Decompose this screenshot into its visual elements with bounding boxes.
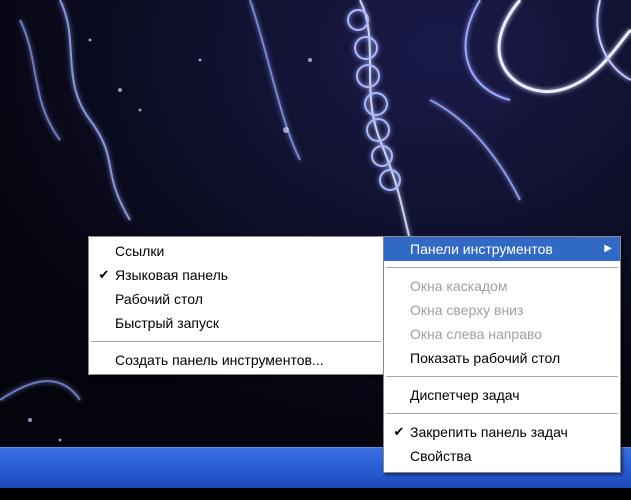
tile-vertical-item[interactable]: Окна слева направо — [384, 322, 620, 346]
create-toolbar-label: Создать панель инструментов... — [115, 352, 324, 368]
lock-taskbar-label: Закрепить панель задач — [410, 424, 568, 440]
submenu-item-label: Рабочий стол — [115, 291, 203, 307]
tile-horizontal-label: Окна сверху вниз — [410, 302, 524, 318]
submenu-item-label: Ссылки — [115, 243, 165, 259]
submenu-item-links[interactable]: Ссылки — [89, 239, 383, 263]
menu-separator — [386, 376, 618, 377]
properties-label: Свойства — [410, 448, 472, 464]
toolbars-submenu: Ссылки ✔ Языковая панель Рабочий стол Бы… — [88, 236, 384, 375]
check-icon: ✔ — [393, 424, 405, 439]
task-manager-item[interactable]: Диспетчер задач — [384, 383, 620, 407]
tile-vertical-label: Окна слева направо — [410, 326, 543, 342]
cascade-label: Окна каскадом — [410, 278, 508, 294]
task-manager-label: Диспетчер задач — [410, 387, 520, 403]
submenu-arrow-icon: ▶ — [604, 243, 612, 254]
submenu-item-language-bar[interactable]: ✔ Языковая панель — [89, 263, 383, 287]
tile-horizontal-item[interactable]: Окна сверху вниз — [384, 298, 620, 322]
submenu-item-quick-launch[interactable]: Быстрый запуск — [89, 311, 383, 335]
create-toolbar-item[interactable]: Создать панель инструментов... — [89, 348, 383, 372]
show-desktop-item[interactable]: Показать рабочий стол — [384, 346, 620, 370]
toolbars-label: Панели инструментов — [410, 241, 553, 257]
screen-bottom-edge — [0, 488, 631, 500]
show-desktop-label: Показать рабочий стол — [410, 350, 561, 366]
toolbars-menu-item[interactable]: Панели инструментов ▶ — [384, 237, 620, 261]
lock-taskbar-item[interactable]: ✔ Закрепить панель задач — [384, 420, 620, 444]
desktop: Ссылки ✔ Языковая панель Рабочий стол Бы… — [0, 0, 631, 500]
submenu-item-label: Быстрый запуск — [115, 315, 219, 331]
submenu-item-desktop[interactable]: Рабочий стол — [89, 287, 383, 311]
menu-separator — [386, 413, 618, 414]
cascade-windows-item[interactable]: Окна каскадом — [384, 274, 620, 298]
menu-separator — [386, 267, 618, 268]
menu-separator — [91, 341, 381, 342]
check-icon: ✔ — [98, 267, 110, 282]
properties-item[interactable]: Свойства — [384, 444, 620, 468]
taskbar-context-menu: Панели инструментов ▶ Окна каскадом Окна… — [383, 236, 621, 473]
submenu-item-label: Языковая панель — [115, 267, 229, 283]
